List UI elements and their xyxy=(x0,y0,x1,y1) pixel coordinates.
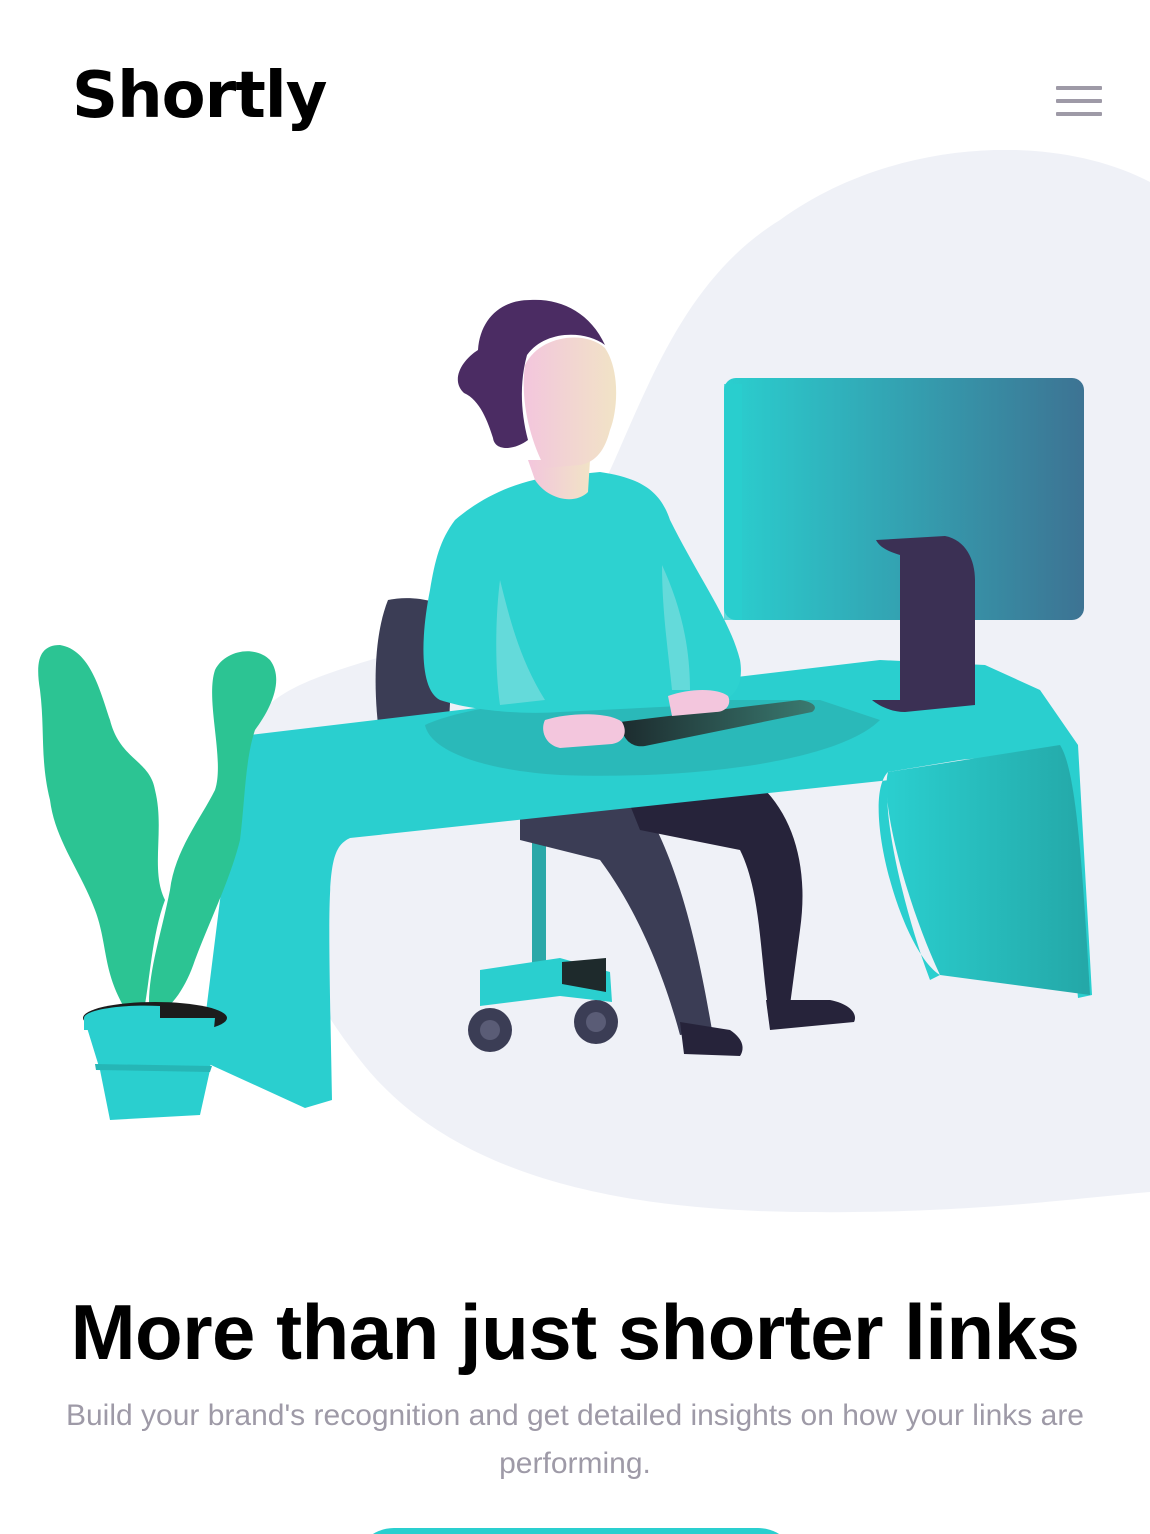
hero-title: More than just shorter links xyxy=(70,1288,1080,1376)
page: Shortly More than just shorter links Bui… xyxy=(0,0,1150,1534)
plant xyxy=(38,645,165,1030)
menu-line xyxy=(1056,112,1102,116)
person-working-at-desk-illustration xyxy=(38,150,1150,1213)
logo[interactable]: Shortly xyxy=(72,64,327,128)
menu-line xyxy=(1056,86,1102,90)
hamburger-menu-icon[interactable] xyxy=(1052,82,1108,122)
menu-line xyxy=(1056,99,1102,103)
get-started-button[interactable] xyxy=(354,1528,798,1534)
hero-subtitle: Build your brand's recognition and get d… xyxy=(65,1399,1084,1480)
